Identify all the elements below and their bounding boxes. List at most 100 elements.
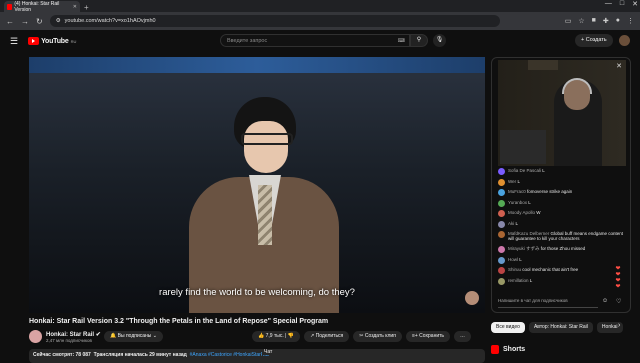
extension-icon[interactable]: ■ — [592, 17, 596, 25]
chat-message: remillation L — [498, 277, 630, 289]
search-icon: ⚲ — [416, 37, 422, 43]
chat-avatar[interactable] — [498, 199, 505, 207]
thumbs-up-icon: 👍 — [258, 333, 265, 339]
close-overlay-icon[interactable]: ✕ — [616, 62, 622, 70]
chat-avatar[interactable] — [498, 267, 505, 274]
chat-message: Howl L — [498, 256, 630, 268]
channel-name[interactable]: Honkai: Star Rail ✔ — [46, 331, 101, 338]
chat-text: L — [517, 178, 520, 184]
chat-label: Чат — [262, 349, 275, 355]
chat-input[interactable]: Напишите в чат для подписчиков — [498, 298, 598, 308]
close-window-icon[interactable]: ✕ — [632, 0, 638, 8]
chat-message: Yuranbox L — [498, 199, 630, 211]
subscribed-button[interactable]: 🔔 Вы подписаны ⌄ — [104, 331, 163, 342]
chat-avatar[interactable] — [498, 277, 505, 285]
cast-icon[interactable]: ▭ — [565, 17, 572, 25]
chat-avatar[interactable] — [498, 210, 505, 217]
video-player[interactable]: rarely find the world to be welcoming, d… — [29, 57, 485, 313]
new-tab-icon[interactable]: + — [84, 3, 89, 12]
clip-icon: ✂ — [359, 333, 364, 339]
verified-icon: ✔ — [95, 331, 101, 338]
chat-author[interactable]: Wer — [508, 179, 516, 184]
chat-avatar[interactable] — [498, 246, 505, 253]
share-icon: ↗ — [310, 333, 315, 339]
chat-author[interactable]: Aki — [508, 221, 514, 226]
save-button[interactable]: ≡+ Сохранить — [405, 331, 451, 342]
bell-icon: 🔔 — [110, 333, 117, 339]
chat-avatar[interactable] — [498, 220, 505, 228]
chat-author[interactable]: MuFrac0 — [508, 189, 526, 194]
chat-message: Mirayuki すずみ for those Zhou missed — [498, 246, 630, 257]
chat-text: L — [529, 277, 533, 283]
chat-author[interactable]: Sofia De Pascali — [508, 168, 541, 173]
subscriber-count: 2,47 млн подписчиков — [46, 337, 92, 343]
browser-tab-strip: (4) Honkai: Star Rail Version ✕ + — □ ✕ — [0, 0, 640, 13]
more-actions-icon[interactable]: … — [454, 331, 472, 342]
reload-icon[interactable]: ↻ — [36, 17, 43, 26]
stream-started: Трансляция началась 29 минут назад — [93, 352, 187, 358]
search-button[interactable]: ⚲ — [410, 34, 428, 47]
share-button[interactable]: ↗ Поделиться — [304, 331, 350, 342]
chat-text: fomoverse strike again — [527, 189, 573, 194]
watching-now: Сейчас смотрят: 78 087 — [33, 352, 91, 358]
create-label: Создать — [585, 37, 607, 43]
chat-avatar[interactable] — [498, 256, 505, 264]
save-icon: ≡+ — [411, 333, 418, 339]
thumbs-down-icon[interactable]: 👎 — [288, 333, 294, 339]
heart-reaction-icon[interactable]: ♡ — [616, 298, 621, 305]
stage-light — [29, 57, 485, 73]
tab-title: (4) Honkai: Star Rail Version — [14, 0, 60, 13]
browser-tab[interactable]: (4) Honkai: Star Rail Version ✕ — [4, 0, 80, 13]
minimize-icon[interactable]: — — [605, 0, 612, 8]
search-input[interactable]: Введите запрос ⌨ — [220, 34, 410, 47]
chat-messages: Sofia De Pascali L Wer L MuFrac0 fomoverse… — [498, 168, 630, 288]
video-frame — [29, 57, 485, 313]
chat-avatar[interactable] — [498, 168, 505, 175]
clip-button[interactable]: ✂ Создать клип — [353, 331, 402, 342]
chat-text: W — [536, 210, 541, 215]
back-icon[interactable]: ← — [6, 17, 14, 26]
chat-text: L — [542, 168, 545, 173]
chat-author[interactable]: Yuranbox — [508, 200, 527, 205]
chat-author[interactable]: Shiruu — [508, 267, 521, 272]
chat-author[interactable]: Moody Apollo — [508, 210, 535, 215]
chat-text: L — [528, 199, 531, 205]
chat-avatar[interactable] — [498, 178, 505, 186]
chat-text: for those Zhou missed — [540, 246, 586, 251]
bookmark-star-icon[interactable]: ☆ — [578, 17, 584, 25]
emoji-icon[interactable]: ☺ — [602, 298, 608, 304]
maximize-icon[interactable]: □ — [620, 0, 624, 8]
puzzle-icon[interactable]: ✚ — [603, 17, 609, 25]
youtube-header: ☰ YouTube RU Введите запрос ⌨ ⚲ 🎙 + Созд… — [0, 30, 640, 52]
description-box[interactable]: Сейчас смотрят: 78 087 Трансляция начала… — [29, 349, 485, 363]
site-info-icon[interactable]: ⚙ — [56, 18, 61, 24]
account-avatar[interactable] — [619, 35, 630, 46]
chat-avatar[interactable] — [498, 231, 505, 238]
hamburger-menu-icon[interactable]: ☰ — [10, 36, 18, 47]
youtube-logo[interactable]: YouTube RU — [28, 37, 76, 45]
chat-avatar[interactable] — [498, 189, 505, 196]
address-bar[interactable]: ⚙ youtube.com/watch?v=xo1hAOvjmh0 — [49, 15, 500, 27]
chip-all[interactable]: Все видео — [491, 322, 525, 333]
chip-author[interactable]: Автор: Honkai: Star Rail — [528, 322, 593, 333]
hashtags[interactable]: #Anaxa #Castorice #HonkaiStarRail — [190, 352, 270, 358]
forward-icon[interactable]: → — [21, 17, 29, 26]
voice-search-icon[interactable]: 🎙 — [433, 34, 446, 47]
keyboard-icon[interactable]: ⌨ — [398, 38, 405, 44]
create-button[interactable]: + Создать — [575, 34, 613, 47]
chat-message: Aki L — [498, 220, 630, 232]
chat-author[interactable]: Mirayuki すずみ — [508, 246, 540, 251]
chat-message: MuFrac0 fomoverse strike again — [498, 189, 630, 200]
chrome-menu-icon[interactable]: ⋮ — [627, 17, 634, 25]
extensions-area: ▭ ☆ ■ ✚ ● ⋮ — [565, 17, 634, 25]
like-button[interactable]: 👍 7,9 тыс. | 👎 — [252, 331, 301, 342]
chat-author[interactable]: Howl — [508, 257, 518, 262]
reaction-hearts: ❤ ❤ ❤ ❤ — [615, 266, 621, 290]
recommendation-chips: Все видео Автор: Honkai: Star Rail Honka… — [491, 322, 623, 333]
chat-message: Sofia De Pascali L — [498, 168, 630, 179]
chevron-right-icon[interactable]: › — [618, 322, 620, 329]
channel-avatar[interactable] — [29, 330, 42, 343]
profile-icon[interactable]: ● — [616, 17, 620, 25]
close-tab-icon[interactable]: ✕ — [73, 4, 77, 10]
chat-author[interactable]: remillation — [508, 278, 529, 283]
